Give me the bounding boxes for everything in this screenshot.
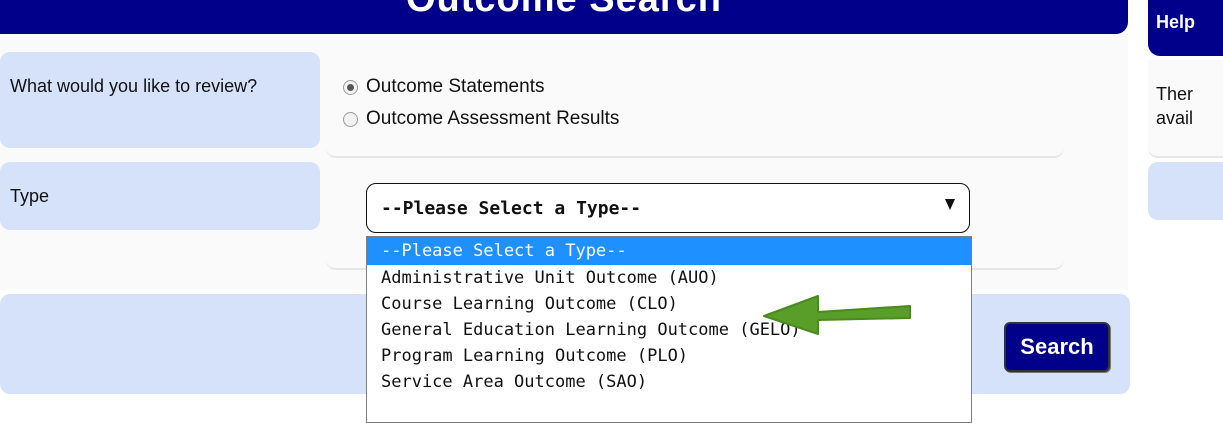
page-header: Outcome Search (0, 0, 1128, 34)
help-footer (1148, 162, 1223, 220)
help-text-line: avail (1156, 108, 1194, 128)
radio-outcome-assessment-results[interactable]: Outcome Assessment Results (343, 108, 619, 130)
dropdown-option[interactable]: --Please Select a Type-- (367, 237, 971, 265)
review-label: What would you like to review? (0, 52, 320, 148)
type-label: Type (0, 162, 320, 230)
review-options-cell (326, 52, 1064, 158)
radio-outcome-statements[interactable]: Outcome Statements (343, 76, 544, 98)
radio-unchecked-icon[interactable] (343, 111, 358, 127)
type-select-value: --Please Select a Type-- (381, 197, 642, 219)
radio-label: Outcome Statements (366, 76, 545, 97)
dropdown-option[interactable]: Service Area Outcome (SAO) (367, 369, 971, 395)
type-select[interactable]: --Please Select a Type-- (366, 183, 970, 233)
caret-down-icon[interactable] (945, 199, 955, 210)
page-title: Outcome Search (0, 0, 1128, 21)
radio-checked-icon[interactable] (343, 79, 358, 95)
green-arrow-icon (763, 295, 911, 335)
search-button[interactable]: Search (1004, 322, 1110, 372)
help-text-line: Ther (1156, 84, 1194, 104)
help-header: Help (1148, 0, 1223, 56)
dropdown-option[interactable]: Program Learning Outcome (PLO) (367, 343, 971, 369)
help-body: Ther avail (1148, 60, 1223, 158)
radio-label: Outcome Assessment Results (366, 108, 620, 129)
